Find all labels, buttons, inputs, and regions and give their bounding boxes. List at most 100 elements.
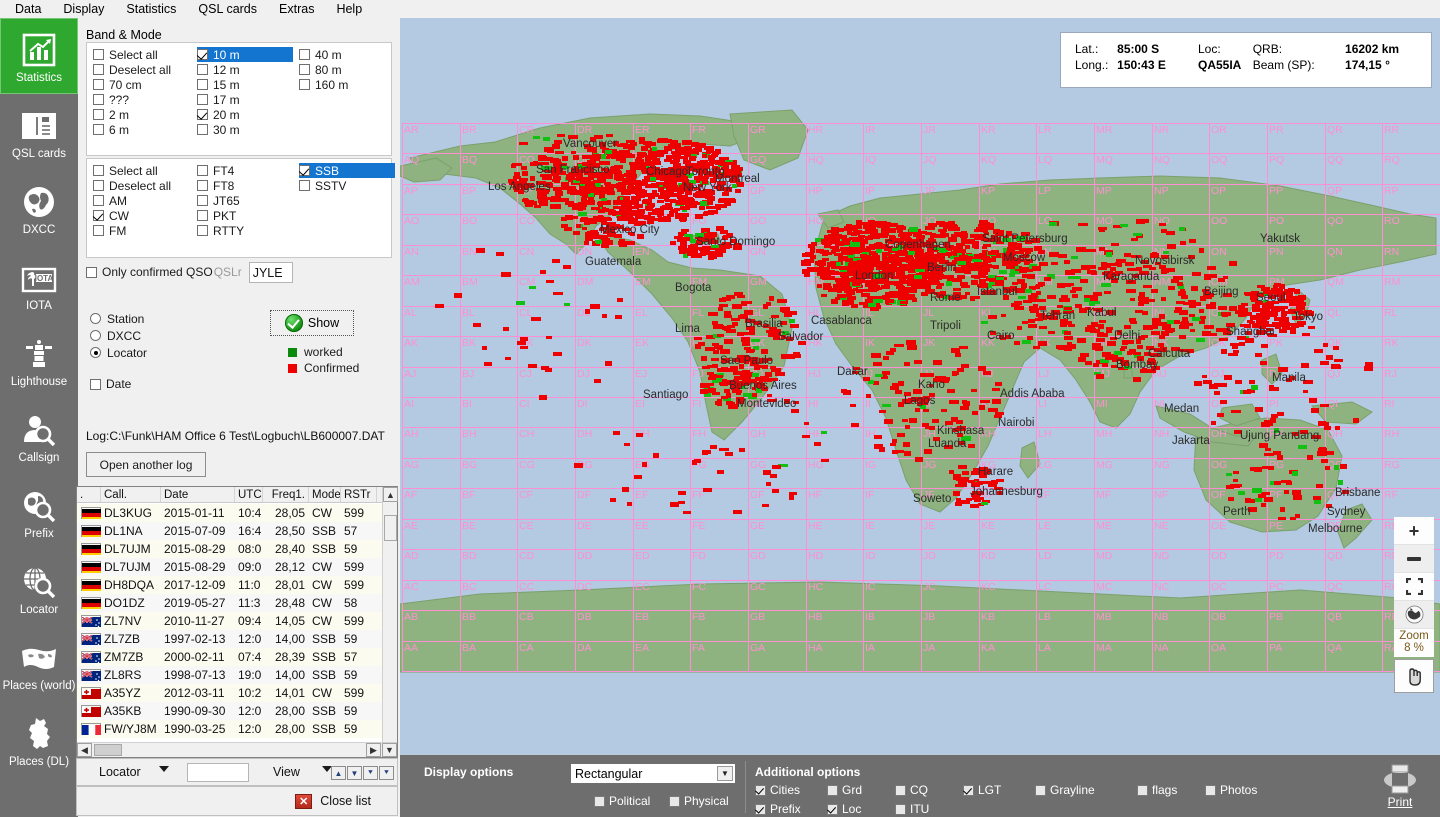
checkbox[interactable] [197, 124, 208, 135]
option-cities[interactable]: Cities [755, 783, 800, 797]
checkbox[interactable] [93, 195, 104, 206]
checkbox[interactable] [197, 180, 208, 191]
radio-button[interactable] [90, 347, 101, 358]
sidebar-item-statistics[interactable]: Statistics [0, 18, 78, 94]
radio-dxcc[interactable]: DXCC [90, 327, 240, 344]
checkbox[interactable] [197, 210, 208, 221]
scroll-down-button[interactable]: ▼ [382, 743, 397, 757]
qslr-input[interactable]: JYLE [248, 261, 293, 283]
checkbox[interactable] [299, 49, 310, 60]
chevron-down-icon[interactable]: ▼ [717, 766, 733, 781]
checkbox[interactable] [1137, 784, 1148, 796]
qso-column-header[interactable]: Date [161, 487, 235, 502]
option-grd[interactable]: Grd [827, 783, 862, 797]
sidebar-item-lighthouse[interactable]: Lighthouse [0, 322, 78, 398]
qso-vertical-scrollbar[interactable]: ▲ [382, 487, 398, 743]
menu-item-statistics[interactable]: Statistics [115, 0, 187, 18]
radio-station[interactable]: Station [90, 310, 240, 327]
table-row[interactable]: DL3KUG 2015-01-11 10:4 28,05 CW 599 [77, 504, 382, 522]
scroll-up-button[interactable]: ▲ [383, 487, 398, 502]
table-row[interactable]: A35YZ 2012-03-11 10:2 14,01 CW 599 [77, 684, 382, 702]
table-row[interactable]: ZL7NV 2010-11-27 09:4 14,05 CW 599 [77, 612, 382, 630]
qso-table[interactable]: . Call. Date UTC Freq1. Mode RSTr DL3KUG 2015-0… [76, 486, 398, 758]
checkbox[interactable] [299, 180, 310, 191]
table-row[interactable]: ZL8RS 1998-07-13 19:0 14,00 SSB 59 [77, 666, 382, 684]
fit-screen-button[interactable] [1394, 573, 1434, 601]
option-flags[interactable]: flags [1137, 783, 1177, 797]
band-10-m[interactable]: 10 m [197, 47, 293, 62]
scroll-thumb-horizontal[interactable] [94, 744, 122, 756]
sidebar-item-places-world[interactable]: Places (world) [0, 626, 78, 702]
close-list-label[interactable]: Close list [320, 794, 371, 808]
mode-am[interactable]: AM [93, 193, 171, 208]
menu-item-help[interactable]: Help [325, 0, 373, 18]
globe-reset-button[interactable] [1394, 601, 1434, 629]
table-row[interactable]: DH8DQA 2017-12-09 11:0 28,01 CW 599 [77, 576, 382, 594]
qso-table-body[interactable]: DL3KUG 2015-01-11 10:4 28,05 CW 599 DL1NA 2015-… [77, 504, 382, 743]
band-[interactable]: ??? [93, 92, 171, 107]
checkbox[interactable] [895, 803, 906, 815]
option-prefix[interactable]: Prefix [755, 802, 801, 816]
option-grayline[interactable]: Grayline [1035, 783, 1095, 797]
checkbox[interactable] [197, 109, 208, 120]
political-checkbox[interactable] [594, 795, 605, 807]
checkbox[interactable] [755, 784, 766, 796]
checkbox[interactable] [93, 225, 104, 236]
checkbox[interactable] [93, 180, 104, 191]
band-30-m[interactable]: 30 m [197, 122, 293, 137]
band-deselect-all[interactable]: Deselect all [93, 62, 171, 77]
zoom-in-button[interactable]: + [1394, 517, 1434, 545]
scroll-left-button[interactable]: ◀ [77, 743, 92, 757]
checkbox[interactable] [93, 94, 104, 105]
move-bottom-button[interactable]: ⯆ [379, 766, 394, 780]
table-row[interactable]: DL7UJM 2015-08-29 08:0 28,40 SSB 59 [77, 540, 382, 558]
mode-sstv[interactable]: SSTV [299, 178, 395, 193]
checkbox[interactable] [755, 803, 766, 815]
radio-button[interactable] [90, 330, 101, 341]
band-6-m[interactable]: 6 m [93, 122, 171, 137]
checkbox[interactable] [197, 64, 208, 75]
mode-deselect-all[interactable]: Deselect all [93, 178, 171, 193]
checkbox[interactable] [299, 64, 310, 75]
mode-ft8[interactable]: FT8 [197, 178, 244, 193]
sidebar-item-locator[interactable]: Locator [0, 550, 78, 626]
mode-cw[interactable]: CW [93, 208, 171, 223]
band-2-m[interactable]: 2 m [93, 107, 171, 122]
mode-ft4[interactable]: FT4 [197, 163, 244, 178]
radio-locator[interactable]: Locator [90, 344, 240, 361]
checkbox[interactable] [93, 109, 104, 120]
checkbox[interactable] [197, 94, 208, 105]
checkbox[interactable] [197, 195, 208, 206]
sidebar-item-places-dl[interactable]: Places (DL) [0, 702, 78, 778]
move-up-button[interactable]: ▲ [331, 766, 346, 780]
checkbox[interactable] [1035, 784, 1046, 796]
locator-dropdown-chevron-down-icon[interactable] [159, 766, 169, 772]
checkbox[interactable] [197, 79, 208, 90]
option-loc[interactable]: Loc [827, 802, 861, 816]
checkbox[interactable] [299, 165, 310, 176]
checkbox[interactable] [197, 225, 208, 236]
checkbox[interactable] [93, 64, 104, 75]
map-zoom-controls[interactable]: + Zoom 8 % [1394, 517, 1434, 693]
qso-column-header[interactable]: Freq1. [263, 487, 309, 502]
qso-column-header[interactable]: RSTr [341, 487, 377, 502]
sidebar-item-callsign[interactable]: Callsign [0, 398, 78, 474]
mode-select-all[interactable]: Select all [93, 163, 171, 178]
mode-ssb[interactable]: SSB [299, 163, 395, 178]
mode-jt65[interactable]: JT65 [197, 193, 244, 208]
checkbox[interactable] [197, 165, 208, 176]
zoom-out-button[interactable] [1394, 545, 1434, 573]
checkbox[interactable] [827, 784, 838, 796]
menu-item-display[interactable]: Display [52, 0, 115, 18]
scroll-thumb-vertical[interactable] [383, 515, 397, 541]
qso-column-header[interactable]: Mode [309, 487, 341, 502]
table-row[interactable]: DO1DZ 2019-05-27 11:3 28,48 CW 58 [77, 594, 382, 612]
band-20-m[interactable]: 20 m [197, 107, 293, 122]
table-row[interactable]: A35KB 1990-09-30 12:0 28,00 SSB 59 [77, 702, 382, 720]
qso-column-header[interactable]: UTC [235, 487, 263, 502]
checkbox[interactable] [93, 124, 104, 135]
sidebar-item-prefix[interactable]: Prefix [0, 474, 78, 550]
sidebar-item-qsl-cards[interactable]: QSL cards [0, 94, 78, 170]
band-17-m[interactable]: 17 m [197, 92, 293, 107]
table-row[interactable]: ZL7ZB 1997-02-13 12:0 14,00 SSB 59 [77, 630, 382, 648]
